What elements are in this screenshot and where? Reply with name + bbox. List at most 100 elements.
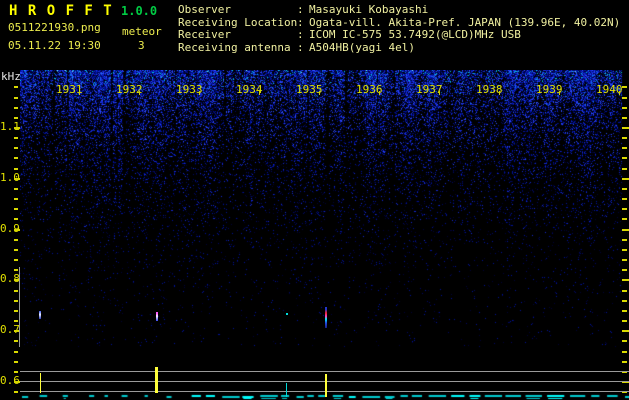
minute-tick	[319, 91, 320, 95]
freq-tick-right	[622, 239, 627, 241]
minute-tick	[79, 91, 80, 95]
mode-label: meteor	[122, 25, 162, 38]
hrofft-window: H R O F F T 1.0.0 0511221930.png meteor …	[0, 0, 629, 400]
freq-tick-left	[14, 86, 18, 88]
info-colon: :	[297, 28, 304, 41]
minute-tick	[259, 91, 260, 95]
minute-tick	[139, 91, 140, 95]
info-value: A504HB(yagi 4el)	[309, 40, 415, 54]
freq-tick-left	[14, 391, 18, 393]
freq-tick-left	[14, 188, 18, 190]
freq-tick-right	[622, 290, 627, 292]
left-border-line	[19, 267, 20, 347]
info-value: ICOM IC-575 53.7492(@LCD)MHz USB	[309, 28, 521, 41]
freq-tick-left	[14, 269, 18, 271]
freq-tick-right	[622, 249, 627, 251]
amplitude-spike-1	[40, 373, 41, 393]
ref-line	[20, 371, 629, 372]
freq-tick-left	[14, 361, 18, 363]
minute-tick	[439, 91, 440, 95]
freq-tick-right	[622, 117, 627, 119]
freq-tick-left	[14, 208, 18, 210]
freq-tick-left	[14, 259, 18, 261]
freq-tick-left	[14, 229, 20, 231]
freq-tick-right	[622, 279, 629, 281]
info-label: Receiver	[178, 28, 231, 41]
meteor-echo-1	[39, 311, 41, 319]
info-row-receiver: Receiver: ICOM IC-575 53.7492(@LCD)MHz US…	[178, 28, 620, 42]
freq-tick-right	[622, 168, 627, 170]
info-colon: :	[297, 40, 304, 54]
freq-tick-right	[622, 259, 627, 261]
info-label: Observer	[178, 3, 231, 16]
freq-tick-right	[622, 351, 627, 353]
freq-tick-left	[14, 249, 18, 251]
freq-tick-left	[14, 168, 18, 170]
info-value: Masayuki Kobayashi	[309, 3, 429, 16]
minute-tick	[199, 91, 200, 95]
freq-tick-right	[622, 157, 627, 159]
freq-tick-right	[622, 208, 627, 210]
freq-tick-right	[622, 218, 627, 220]
freq-tick-left	[14, 351, 18, 353]
freq-label: 0.8	[0, 272, 20, 285]
noise-spike	[286, 383, 287, 397]
freq-tick-right	[622, 310, 627, 312]
freq-tick-left	[14, 157, 18, 159]
freq-tick-left	[14, 218, 18, 220]
datetime-label: 05.11.22 19:30	[8, 39, 101, 52]
freq-label: 0.6	[0, 374, 20, 387]
amplitude-spike-2	[155, 367, 158, 393]
station-info: Observer: Masayuki Kobayashi Receiving Lo…	[178, 3, 620, 55]
freq-label: 0.7	[0, 323, 20, 336]
freq-tick-right	[622, 229, 629, 231]
freq-tick-left	[14, 310, 18, 312]
freq-tick-left	[14, 198, 18, 200]
freq-tick-left	[14, 127, 20, 129]
freq-tick-right	[622, 97, 627, 99]
freq-tick-left	[14, 320, 18, 322]
freq-tick-right	[622, 147, 627, 149]
minute-tick	[559, 91, 560, 95]
minute-tick	[379, 91, 380, 95]
freq-tick-right	[622, 361, 627, 363]
y-axis-unit: kHz	[1, 70, 21, 83]
app-version: 1.0.0	[121, 4, 158, 18]
freq-tick-right	[622, 127, 629, 129]
app-title: H R O F F T	[9, 3, 113, 19]
meteor-count: 3	[138, 39, 145, 52]
spectrogram-canvas	[20, 70, 629, 400]
minute-tick	[619, 91, 620, 95]
freq-tick-right	[622, 198, 627, 200]
freq-label: 1.1	[0, 120, 20, 133]
freq-tick-right	[622, 107, 627, 109]
freq-tick-left	[14, 117, 18, 119]
info-row-antenna: Receiving antenna: A504HB(yagi 4el)	[178, 40, 620, 55]
amplitude-spike-3	[325, 374, 327, 397]
freq-tick-right	[622, 330, 629, 332]
info-colon: :	[297, 3, 304, 16]
freq-tick-left	[14, 371, 18, 373]
freq-tick-left	[14, 137, 18, 139]
freq-tick-right	[622, 320, 627, 322]
freq-label: 1.0	[0, 171, 20, 184]
output-filename: 0511221930.png	[8, 21, 101, 34]
freq-tick-right	[622, 269, 627, 271]
freq-tick-right	[622, 300, 627, 302]
meteor-echo-2	[156, 312, 158, 321]
freq-tick-right	[622, 188, 627, 190]
freq-tick-left	[14, 340, 18, 342]
freq-label: 0.9	[0, 222, 20, 235]
freq-tick-left	[14, 97, 18, 99]
freq-tick-left	[14, 239, 18, 241]
info-row-observer: Observer: Masayuki Kobayashi	[178, 3, 620, 17]
freq-tick-right	[622, 86, 627, 88]
meteor-echo-4	[325, 307, 327, 328]
freq-tick-left	[14, 107, 18, 109]
freq-tick-left	[14, 290, 18, 292]
freq-tick-left	[14, 178, 20, 180]
freq-tick-right	[622, 178, 629, 180]
meteor-echo-3	[286, 313, 288, 315]
info-label: Receiving antenna	[178, 40, 291, 54]
freq-tick-right	[622, 137, 627, 139]
